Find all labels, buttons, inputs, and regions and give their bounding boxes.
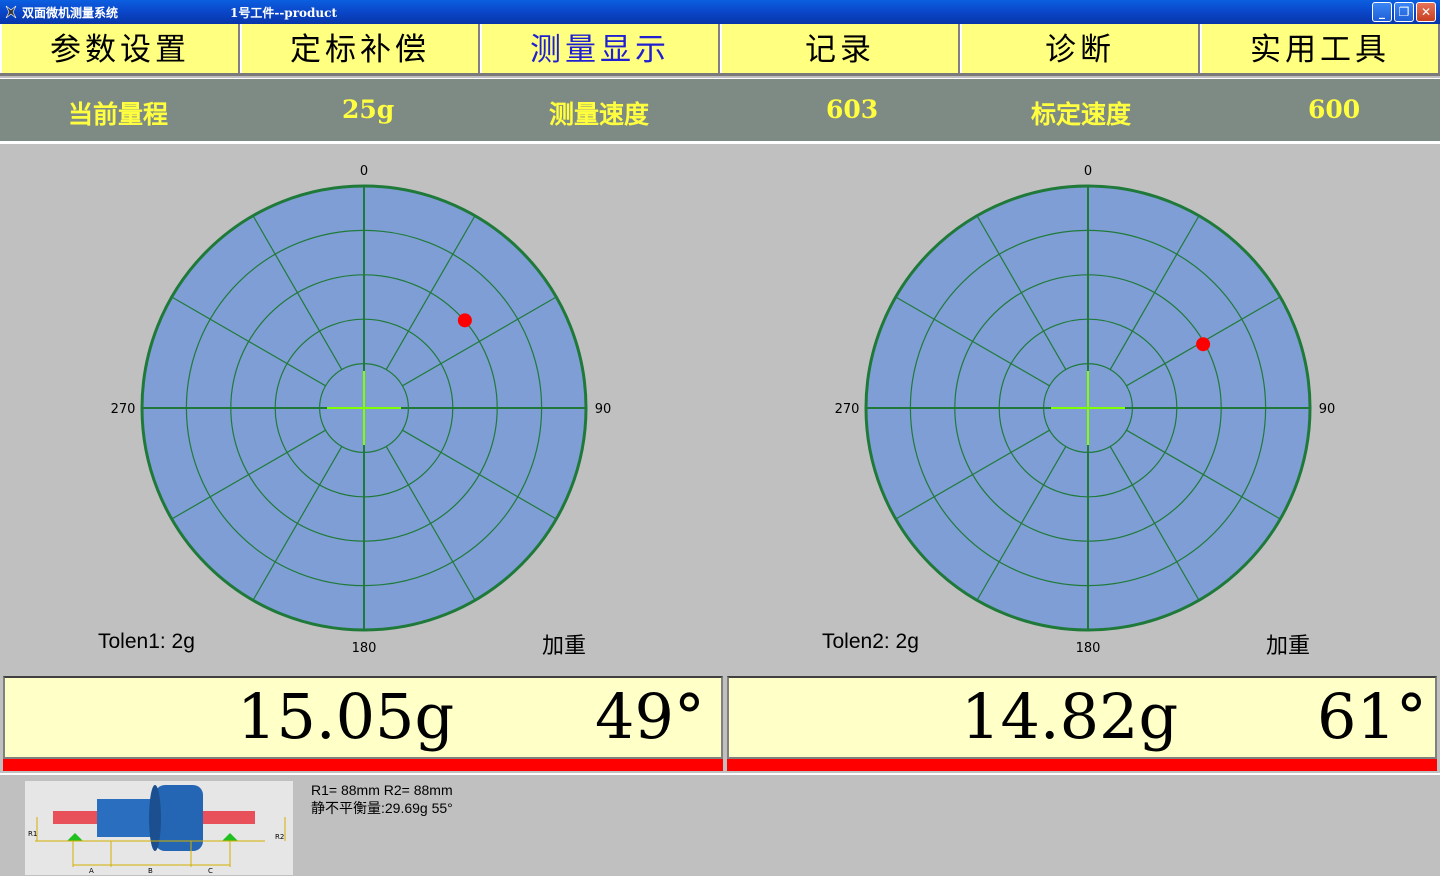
static-unbalance-info: 静不平衡量:29.69g 55° <box>311 800 453 816</box>
diagram-label-c: C <box>208 867 213 875</box>
main-tabs: 参数设置 定标补偿 测量显示 记录 诊断 实用工具 <box>0 24 1440 76</box>
tab-diagnostics[interactable]: 诊断 <box>960 24 1200 73</box>
plane2-angle-value: 61° <box>1317 680 1427 753</box>
angle-label-90: 90 <box>595 402 612 417</box>
plane1-readout: 15.05g 49° <box>3 676 723 759</box>
rotor-diagram: R1 R2 A B C <box>25 781 293 875</box>
angle-label-270: 270 <box>111 402 136 417</box>
tab-records[interactable]: 记录 <box>720 24 960 73</box>
plane2-tolerance: Tolen2: 2g <box>822 630 919 653</box>
window-title: 双面微机测量系统 <box>22 6 119 20</box>
tab-measurement-display[interactable]: 测量显示 <box>480 24 720 73</box>
cal-speed-value: 600 <box>1308 95 1361 124</box>
plane2-readout: 14.82g 61° <box>727 676 1437 759</box>
angle-label-180: 180 <box>352 641 377 656</box>
diagram-label-a: A <box>89 867 94 875</box>
range-label: 当前量程 <box>68 100 169 129</box>
unbalance-point <box>457 313 472 328</box>
angle-label-0: 0 <box>360 164 368 179</box>
plane1-mode: 加重 <box>542 634 587 659</box>
window-subtitle: 1号工件--product <box>230 6 337 20</box>
meas-speed-label: 测量速度 <box>549 100 650 129</box>
plane1-angle-value: 49° <box>595 680 705 753</box>
plane1-mass-value: 15.05g <box>237 680 455 753</box>
dial-grid <box>864 184 1312 632</box>
angle-label-180: 180 <box>1076 641 1101 656</box>
range-value: 25g <box>342 95 395 124</box>
plane1-polar-dial: 0 90 180 270 <box>111 164 612 656</box>
diagram-label-b: B <box>148 867 153 875</box>
plane2-panel: 0 90 180 270 Tolen2: 2g 加重 <box>726 146 1440 672</box>
plane2-mode: 加重 <box>1266 634 1311 659</box>
plane1-status-bar <box>3 759 723 771</box>
minimize-button[interactable]: _ <box>1372 2 1392 22</box>
dial-grid <box>140 184 588 632</box>
diagram-label-r1: R1 <box>28 830 37 838</box>
restore-button[interactable]: ❐ <box>1394 2 1414 22</box>
angle-label-270: 270 <box>835 402 860 417</box>
status-info-bar: 当前量程 25g 测量速度 603 标定速度 600 <box>0 78 1440 144</box>
tab-calibration[interactable]: 定标补偿 <box>240 24 480 73</box>
close-button[interactable]: ✕ <box>1416 2 1436 22</box>
bottom-info-panel: R1 R2 A B C R1= 88mm R2= 88mm 静不平衡量:29.6… <box>0 773 1440 876</box>
angle-label-90: 90 <box>1319 402 1336 417</box>
plane1-tolerance: Tolen1: 2g <box>98 630 195 653</box>
tab-parameter-settings[interactable]: 参数设置 <box>0 24 240 73</box>
cal-speed-label: 标定速度 <box>1031 100 1132 129</box>
plane1-panel: 0 90 180 270 Tolen1: 2g 加重 <box>2 146 724 672</box>
tab-utilities[interactable]: 实用工具 <box>1200 24 1440 73</box>
meas-speed-value: 603 <box>826 95 879 124</box>
app-icon <box>5 5 17 19</box>
diagram-label-r2: R2 <box>275 833 284 841</box>
plane2-status-bar <box>727 759 1437 771</box>
angle-label-0: 0 <box>1084 164 1092 179</box>
unbalance-point <box>1196 337 1211 352</box>
title-bar: 双面微机测量系统 1号工件--product _ ❐ ✕ <box>0 0 1440 24</box>
radii-info: R1= 88mm R2= 88mm <box>311 782 453 798</box>
plane2-polar-dial: 0 90 180 270 <box>835 164 1336 656</box>
plane2-mass-value: 14.82g <box>961 680 1179 753</box>
